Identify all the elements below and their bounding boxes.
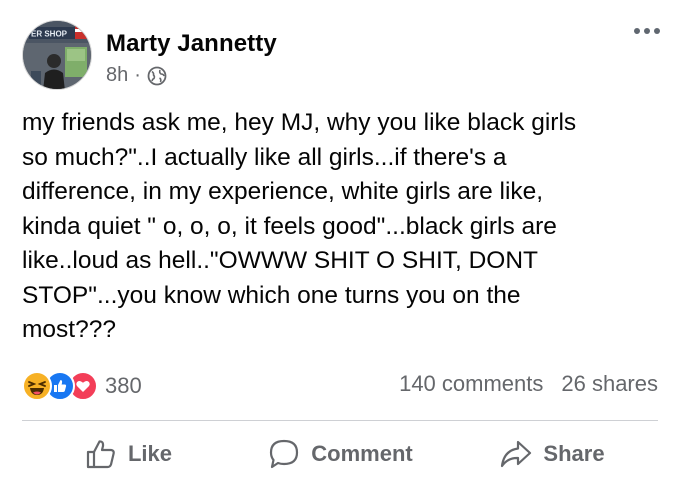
post-actions: Like Comment Share xyxy=(22,434,658,474)
post-meta: 8h · xyxy=(106,64,167,87)
engagement-counts: 140 comments 26 shares xyxy=(399,371,658,397)
like-button[interactable]: Like xyxy=(22,434,234,474)
reaction-icons xyxy=(22,371,98,401)
avatar-sign-text: ER SHOP xyxy=(31,30,68,39)
dot xyxy=(634,28,640,34)
meta-separator: · xyxy=(134,64,141,86)
share-label: Share xyxy=(543,441,605,466)
globe-icon[interactable] xyxy=(147,66,167,86)
comment-label: Comment xyxy=(311,441,413,466)
share-button[interactable]: Share xyxy=(446,434,658,474)
profile-photo: ER SHOP xyxy=(23,21,91,89)
post-time[interactable]: 8h xyxy=(106,64,128,87)
reactions-summary[interactable]: 380 xyxy=(22,371,142,401)
haha-reaction-icon xyxy=(22,371,52,401)
like-label: Like xyxy=(127,441,173,466)
post-body: my friends ask me, hey MJ, why you like … xyxy=(22,109,577,343)
facebook-post: ER SHOP Marty Jannetty 8h · my friends a… xyxy=(0,0,680,487)
share-arrow-icon xyxy=(501,440,532,468)
author-name[interactable]: Marty Jannetty xyxy=(106,30,277,58)
comment-bubble-icon xyxy=(270,439,299,469)
thumbs-up-icon xyxy=(86,440,115,469)
comment-button[interactable]: Comment xyxy=(234,434,446,474)
dot xyxy=(654,28,660,34)
reaction-count[interactable]: 380 xyxy=(105,373,142,399)
comments-count[interactable]: 140 comments xyxy=(399,371,543,397)
avatar[interactable]: ER SHOP xyxy=(22,20,92,90)
shares-count[interactable]: 26 shares xyxy=(561,371,658,397)
more-options-icon[interactable] xyxy=(634,28,660,34)
divider xyxy=(22,420,658,421)
dot xyxy=(644,28,650,34)
